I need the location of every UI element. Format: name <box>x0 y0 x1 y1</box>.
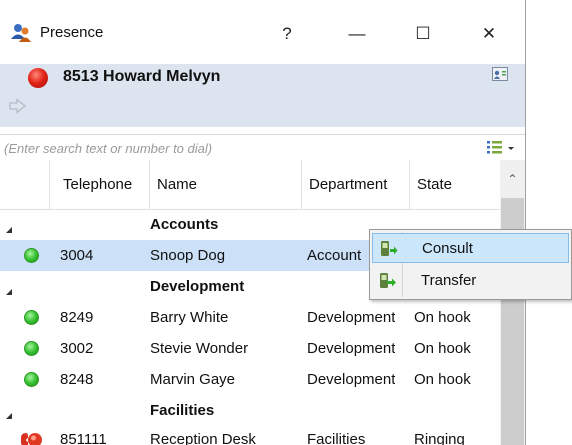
collapse-arrow-icon[interactable] <box>6 413 12 419</box>
cell-department: Account <box>307 247 362 264</box>
close-button[interactable]: ✕ <box>467 14 511 54</box>
vertical-scrollbar[interactable]: ⌃ <box>500 160 525 445</box>
user-name: 8513 Howard Melvyn <box>63 68 221 85</box>
cell-name: Barry White <box>150 309 229 326</box>
cell-state: On hook <box>414 309 471 326</box>
collapse-arrow-icon[interactable] <box>6 289 12 295</box>
cell-state: On hook <box>414 371 471 388</box>
menu-item-label: Transfer <box>421 272 477 289</box>
cell-telephone: 3004 <box>60 247 94 264</box>
table-row[interactable]: 851111 Reception Desk Facilities Ringing <box>0 424 500 445</box>
consult-phone-icon <box>381 241 398 256</box>
group-label: Facilities <box>150 402 215 419</box>
menu-item-transfer[interactable]: Transfer <box>372 266 569 296</box>
cell-name: Stevie Wonder <box>150 340 249 357</box>
cell-department: Facilities <box>307 431 366 445</box>
window-title: Presence <box>40 24 104 41</box>
minimize-button[interactable]: — <box>335 14 379 54</box>
help-button[interactable]: ? <box>265 14 309 54</box>
search-input[interactable] <box>4 137 474 159</box>
available-status-icon <box>24 248 39 263</box>
cell-name: Marvin Gaye <box>150 371 236 388</box>
group-label: Development <box>150 278 245 295</box>
cell-telephone: 8248 <box>60 371 94 388</box>
menu-item-label: Consult <box>422 240 473 257</box>
presence-app-icon <box>11 24 31 42</box>
cell-department: Development <box>307 371 396 388</box>
column-header-telephone[interactable]: Telephone <box>56 160 150 209</box>
transfer-phone-icon <box>380 273 396 288</box>
available-status-icon <box>24 372 39 387</box>
group-label: Accounts <box>150 216 219 233</box>
maximize-button[interactable]: ☐ <box>401 14 445 54</box>
cell-department: Development <box>307 340 396 357</box>
context-menu: Consult Transfer <box>369 229 572 300</box>
available-status-icon <box>24 310 39 325</box>
contact-card-icon[interactable] <box>492 67 508 81</box>
collapse-arrow-icon[interactable] <box>6 227 12 233</box>
forward-icon[interactable] <box>9 98 27 114</box>
menu-item-consult[interactable]: Consult <box>372 233 569 263</box>
table-row[interactable]: 8248 Marvin Gaye Development On hook <box>0 364 500 395</box>
group-row-facilities[interactable]: Facilities <box>0 395 500 426</box>
scroll-up-arrow-icon[interactable]: ⌃ <box>500 160 525 198</box>
column-header-status[interactable] <box>0 160 50 209</box>
user-status-icon[interactable] <box>28 68 48 88</box>
contacts-table: Telephone Name Department State Accounts… <box>0 160 500 445</box>
table-row[interactable]: 3002 Stevie Wonder Development On hook <box>0 333 500 364</box>
table-header: Telephone Name Department State <box>0 160 500 210</box>
cell-name: Reception Desk <box>150 431 256 445</box>
cell-telephone: 851111 <box>60 431 107 445</box>
ringing-phone-icon <box>21 433 42 445</box>
column-header-state[interactable]: State <box>410 160 500 209</box>
search-row <box>0 134 525 162</box>
cell-state: Ringing <box>414 431 465 445</box>
column-header-name[interactable]: Name <box>150 160 302 209</box>
table-row[interactable]: 8249 Barry White Development On hook <box>0 302 500 333</box>
presence-window: Presence ? — ☐ ✕ 8513 Howard Melvyn (Ent… <box>0 0 526 445</box>
title-bar: Presence ? — ☐ ✕ <box>0 0 525 64</box>
cell-department: Development <box>307 309 396 326</box>
column-header-department[interactable]: Department <box>302 160 410 209</box>
available-status-icon <box>24 341 39 356</box>
cell-name: Snoop Dog <box>150 247 226 264</box>
cell-telephone: 3002 <box>60 340 94 357</box>
cell-telephone: 8249 <box>60 309 94 326</box>
cell-state: On hook <box>414 340 471 357</box>
column-chooser-icon[interactable] <box>487 139 517 157</box>
